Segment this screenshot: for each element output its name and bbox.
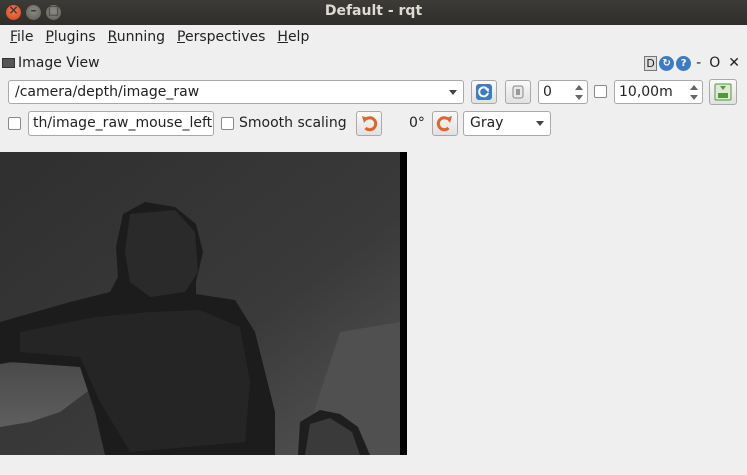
menu-running[interactable]: Running xyxy=(102,25,171,50)
refresh-icon xyxy=(476,84,492,100)
plugin-title-label: Image View xyxy=(18,55,100,71)
chevron-down-icon xyxy=(449,90,457,95)
menu-perspectives[interactable]: Perspectives xyxy=(171,25,271,50)
rotate-left-icon xyxy=(362,116,378,132)
smooth-scaling-checkbox[interactable] xyxy=(221,117,234,130)
title-bar: × – □ Default - rqt xyxy=(0,0,747,25)
max-range-value: 10,00m xyxy=(619,84,673,100)
menu-plugins[interactable]: Plugins xyxy=(39,25,101,50)
chevron-down-icon xyxy=(536,121,544,126)
mouse-publish-checkbox[interactable] xyxy=(8,117,21,130)
plugin-title: Image View xyxy=(0,53,100,73)
pause-icon xyxy=(512,85,524,99)
window-icon xyxy=(2,58,15,68)
topic-combo[interactable]: /camera/depth/image_raw xyxy=(8,80,464,104)
rotate-right-button[interactable] xyxy=(432,111,458,136)
reload-icon[interactable]: ↻ xyxy=(659,55,675,71)
value-spinbox[interactable]: 0 xyxy=(538,80,588,104)
max-range-arrows[interactable] xyxy=(688,83,700,102)
max-range-spinbox[interactable]: 10,00m xyxy=(614,80,703,104)
dock-button[interactable]: D xyxy=(644,55,658,71)
colormap-combo[interactable]: Gray xyxy=(463,111,551,136)
plugin-controls: D ↻ ? - O ✕ xyxy=(644,53,743,73)
smooth-scaling-label: Smooth scaling xyxy=(239,115,347,131)
rotate-right-icon xyxy=(436,116,452,132)
pause-button[interactable] xyxy=(505,80,531,104)
close-plugin-button[interactable]: ✕ xyxy=(725,55,743,71)
save-button[interactable] xyxy=(709,79,737,105)
menu-bar: File Plugins Running Perspectives Help xyxy=(0,25,747,50)
rotation-value: 0° xyxy=(409,115,425,131)
depth-image-view[interactable] xyxy=(0,152,407,455)
float-plugin-button[interactable]: O xyxy=(706,55,723,71)
mouse-topic-input[interactable]: th/image_raw_mouse_left xyxy=(28,111,214,136)
help-icon[interactable]: ? xyxy=(676,55,692,71)
spin-arrows[interactable] xyxy=(573,83,585,102)
save-icon xyxy=(714,83,732,101)
rotate-left-button[interactable] xyxy=(356,111,382,136)
menu-file[interactable]: File xyxy=(4,25,39,50)
refresh-button[interactable] xyxy=(471,80,497,104)
topic-value: /camera/depth/image_raw xyxy=(15,84,200,100)
menu-help[interactable]: Help xyxy=(271,25,315,50)
range-checkbox[interactable] xyxy=(594,85,607,98)
minimize-plugin-button[interactable]: - xyxy=(693,55,704,71)
window-title: Default - rqt xyxy=(324,3,423,19)
depth-image[interactable] xyxy=(0,152,407,455)
colormap-value: Gray xyxy=(470,115,504,131)
mouse-topic-value: th/image_raw_mouse_left xyxy=(33,115,213,131)
spin-value: 0 xyxy=(543,84,552,100)
